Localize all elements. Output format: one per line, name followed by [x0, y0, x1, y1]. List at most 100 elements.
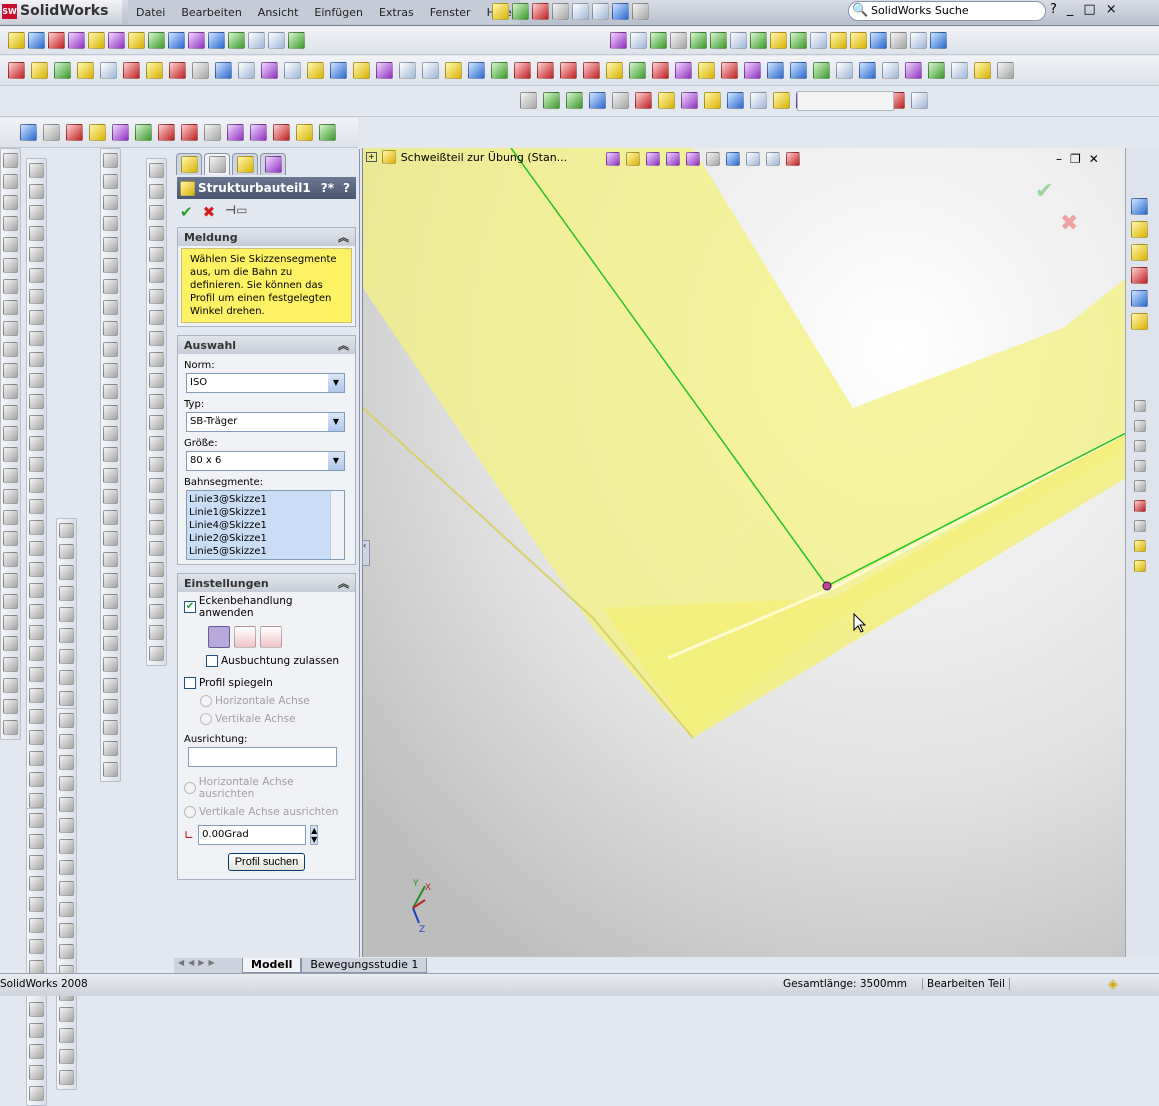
hole-icon[interactable]	[3, 342, 18, 357]
view-palette-icon[interactable]	[1131, 290, 1148, 307]
model-view[interactable]: ✔ ✖ X Y Z	[363, 148, 1125, 957]
plane-icon[interactable]	[103, 237, 118, 252]
iso-view-icon[interactable]	[681, 92, 698, 109]
line-icon[interactable]	[307, 62, 324, 79]
shell-icon[interactable]	[103, 510, 118, 525]
revolve-icon[interactable]	[59, 776, 74, 791]
hole-icon[interactable]	[29, 709, 44, 724]
offset-icon[interactable]	[181, 124, 198, 141]
maximize-button[interactable]: □	[1083, 2, 1095, 17]
point-ref-icon[interactable]	[583, 62, 600, 79]
tab-property-manager[interactable]	[204, 153, 230, 175]
sweep-icon[interactable]	[29, 562, 44, 577]
circle-icon[interactable]	[29, 478, 44, 493]
axis-icon[interactable]	[103, 678, 118, 693]
allow-bulge-checkbox[interactable]: Ausbuchtung zulassen	[178, 652, 355, 670]
help-button[interactable]: ?	[1050, 2, 1057, 17]
loft-icon[interactable]	[149, 394, 164, 409]
loft-icon[interactable]	[59, 818, 74, 833]
convert-icon[interactable]	[158, 124, 175, 141]
mirror-profile-checkbox[interactable]: Profil spiegeln	[178, 674, 355, 692]
circle-icon[interactable]	[59, 713, 74, 728]
chamfer-icon[interactable]	[29, 1023, 44, 1038]
hole-icon[interactable]	[59, 944, 74, 959]
weldment-icon[interactable]	[698, 62, 715, 79]
radio[interactable]	[200, 713, 212, 725]
line-icon[interactable]	[103, 321, 118, 336]
pattern-icon[interactable]	[103, 174, 118, 189]
spline-icon[interactable]	[3, 489, 18, 504]
curve-icon[interactable]	[29, 415, 44, 430]
arc-icon[interactable]	[103, 363, 118, 378]
zoom-fit-icon[interactable]	[630, 32, 647, 49]
circle-icon[interactable]	[103, 762, 118, 777]
unfold-icon[interactable]	[928, 62, 945, 79]
circle-icon[interactable]	[149, 289, 164, 304]
axis-icon[interactable]	[537, 62, 554, 79]
revolve-icon[interactable]	[29, 541, 44, 556]
fillet-bead-icon[interactable]	[813, 62, 830, 79]
dynamic-annotation-icon[interactable]	[686, 152, 700, 166]
viewport-minimize-button[interactable]: –	[1056, 152, 1062, 166]
spline-icon[interactable]	[149, 247, 164, 262]
rib-icon[interactable]	[59, 544, 74, 559]
corner-icon[interactable]	[227, 124, 244, 141]
rib-icon[interactable]	[103, 531, 118, 546]
fillet-icon[interactable]	[3, 237, 18, 252]
hole-icon[interactable]	[103, 573, 118, 588]
loft-icon[interactable]	[103, 447, 118, 462]
filter-faces-icon[interactable]	[445, 62, 462, 79]
end-miter-icon[interactable]	[208, 626, 230, 648]
trim-extend-icon[interactable]	[744, 62, 761, 79]
arc-icon[interactable]	[29, 897, 44, 912]
dome-icon[interactable]	[59, 1007, 74, 1022]
view-orientation-icon[interactable]	[706, 152, 720, 166]
left-view-icon[interactable]	[589, 92, 606, 109]
arc-icon[interactable]	[149, 310, 164, 325]
curve-icon[interactable]	[149, 646, 164, 661]
sweep-icon[interactable]	[103, 426, 118, 441]
radio[interactable]	[184, 806, 196, 818]
dome-icon[interactable]	[29, 352, 44, 367]
shell-icon[interactable]	[59, 523, 74, 538]
collapse-icon[interactable]: ︽	[338, 575, 349, 591]
tab-dimxpert[interactable]	[260, 153, 286, 175]
vertical-axis-radio[interactable]: Vertikale Achse	[178, 710, 355, 728]
play-icon[interactable]	[1134, 400, 1146, 412]
undo-icon[interactable]	[148, 32, 165, 49]
extrude-icon[interactable]	[29, 520, 44, 535]
list-item[interactable]: Linie5@Skizze1	[189, 545, 342, 558]
hole-icon[interactable]	[29, 289, 44, 304]
radio[interactable]	[200, 695, 212, 707]
select-icon[interactable]	[612, 3, 629, 20]
menu-extras[interactable]: Extras	[371, 6, 422, 19]
rebuild-status-icon[interactable]: ◈	[1108, 977, 1118, 992]
expand-tree-icon[interactable]: +	[366, 152, 377, 162]
dome-icon[interactable]	[149, 583, 164, 598]
fillet-icon[interactable]	[103, 468, 118, 483]
curve-icon[interactable]	[59, 1070, 74, 1085]
pan-icon[interactable]	[730, 32, 747, 49]
whats-new-icon[interactable]: ?*	[321, 181, 334, 195]
fold-icon[interactable]	[905, 62, 922, 79]
select-icon[interactable]	[188, 32, 205, 49]
axis-icon[interactable]	[103, 258, 118, 273]
stop-icon[interactable]	[1134, 420, 1146, 432]
arc-icon[interactable]	[59, 734, 74, 749]
chamfer-icon[interactable]	[3, 258, 18, 273]
solidworks-logo[interactable]: SW SolidWorks	[0, 0, 122, 24]
line-icon[interactable]	[29, 855, 44, 870]
dimension-icon[interactable]	[273, 124, 290, 141]
roll-icon[interactable]	[750, 32, 767, 49]
revolve-icon[interactable]	[103, 405, 118, 420]
hidden-lines-visible-icon[interactable]	[810, 32, 827, 49]
shaded-icon[interactable]	[870, 32, 887, 49]
rib-icon[interactable]	[3, 720, 18, 735]
align-vertical-radio[interactable]: Vertikale Achse ausrichten	[178, 803, 355, 821]
shell-icon[interactable]	[149, 457, 164, 472]
print-icon[interactable]	[572, 3, 589, 20]
revolve-icon[interactable]	[3, 594, 18, 609]
shadows-icon[interactable]	[890, 32, 907, 49]
hide-show-icon[interactable]	[746, 152, 760, 166]
gusset-icon[interactable]	[790, 62, 807, 79]
